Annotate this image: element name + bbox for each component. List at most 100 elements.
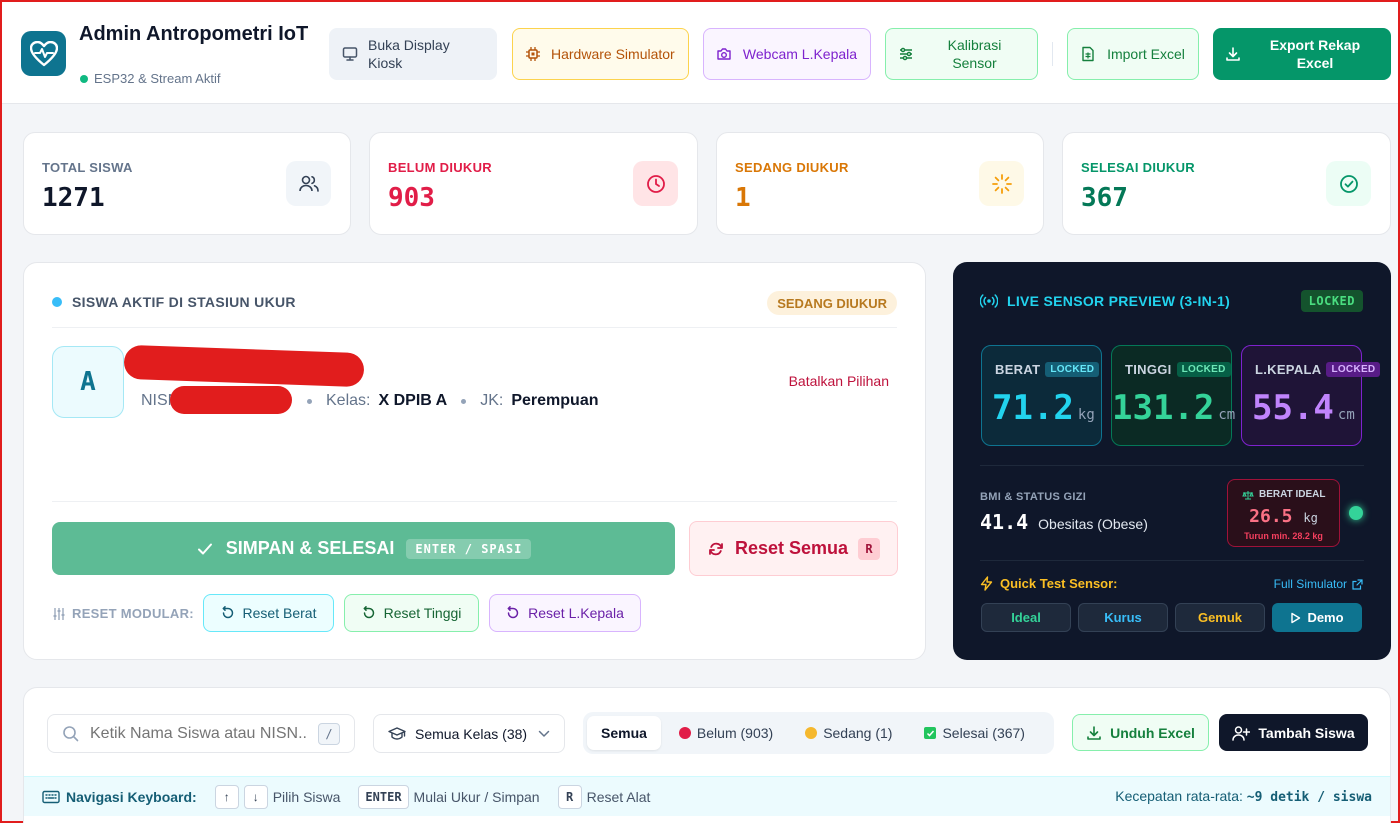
tab-measuring[interactable]: Sedang (1): [791, 716, 906, 750]
head-sensor-label: L.KEPALA LOCKED: [1255, 362, 1380, 377]
graduation-cap-icon: [388, 726, 406, 742]
height-reading: 131.2 cm: [1112, 388, 1235, 428]
refresh-icon: [707, 540, 725, 558]
height-sensor-card: TINGGI LOCKED 131.2 cm: [1111, 345, 1232, 446]
ideal-weight-title: BERAT IDEAL: [1242, 489, 1325, 500]
tab-done[interactable]: Selesai (367): [910, 716, 1039, 750]
demo-button-label: Demo: [1307, 610, 1343, 625]
check-circle-icon: [1326, 161, 1371, 206]
quick-test-ideal-button[interactable]: Ideal: [981, 603, 1071, 632]
kiosk-label: Buka Display Kiosk: [368, 36, 484, 72]
bmi-status: Obesitas (Obese): [1038, 516, 1148, 532]
export-excel-button[interactable]: Export Rekap Excel: [1213, 28, 1391, 80]
keyboard-hint-enter: ENTER Mulai Ukur / Simpan: [358, 785, 539, 809]
quick-test-demo-button[interactable]: Demo: [1272, 603, 1362, 632]
stat-done-value: 367: [1081, 183, 1128, 213]
toolbar-divider: [1052, 42, 1053, 66]
student-avatar: A: [52, 346, 124, 418]
tab-all-label: Semua: [601, 725, 647, 741]
reset-weight-button[interactable]: Reset Berat: [203, 594, 334, 632]
separator-dot: [461, 399, 466, 404]
reset-modular-text: RESET MODULAR:: [72, 606, 194, 621]
full-simulator-label: Full Simulator: [1274, 577, 1347, 591]
stat-total-label: TOTAL SISWA: [42, 160, 133, 175]
monitor-icon: [342, 46, 358, 62]
quick-test-label: Quick Test Sensor:: [980, 576, 1118, 591]
status-text: ESP32 & Stream Aktif: [94, 71, 220, 86]
ideal-weight-value: 26.5: [1249, 506, 1292, 527]
r-key: R: [558, 785, 582, 809]
sliders-vertical-icon: [52, 607, 66, 621]
tab-measuring-label: Sedang (1): [823, 725, 892, 741]
speed-label: Kecepatan rata-rata:: [1115, 788, 1243, 804]
chip-icon: [525, 46, 541, 62]
search-box[interactable]: /: [47, 714, 355, 753]
weight-unit: kg: [1078, 407, 1095, 423]
height-sensor-label: TINGGI LOCKED: [1125, 362, 1231, 377]
quick-test-fat-button[interactable]: Gemuk: [1175, 603, 1265, 632]
download-icon: [1086, 725, 1102, 741]
reset-height-button[interactable]: Reset Tinggi: [344, 594, 479, 632]
gender-value: Perempuan: [511, 392, 598, 410]
kiosk-button[interactable]: Buka Display Kiosk: [329, 28, 497, 80]
save-shortcut-hint: ENTER / SPASI: [406, 539, 531, 559]
class-filter-select[interactable]: Semua Kelas (38): [373, 714, 565, 753]
sensor-heading: LIVE SENSOR PREVIEW (3-IN-1): [980, 293, 1230, 309]
save-finish-button[interactable]: SIMPAN & SELESAI ENTER / SPASI: [52, 522, 675, 575]
add-student-label: Tambah Siswa: [1258, 725, 1354, 741]
hardware-simulator-button[interactable]: Hardware Simulator: [512, 28, 689, 80]
download-icon: [1225, 46, 1241, 62]
camera-icon: [716, 46, 732, 62]
tab-all[interactable]: Semua: [587, 716, 661, 750]
sensor-live-indicator: [1349, 506, 1363, 520]
cancel-selection-link[interactable]: Batalkan Pilihan: [789, 373, 889, 389]
head-lock-badge: LOCKED: [1326, 362, 1380, 377]
quick-test-thin-button[interactable]: Kurus: [1078, 603, 1168, 632]
webcam-button[interactable]: Webcam L.Kepala: [703, 28, 871, 80]
chevron-down-icon: [538, 730, 550, 738]
active-student-heading: SISWA AKTIF DI STASIUN UKUR: [52, 294, 296, 310]
full-simulator-link[interactable]: Full Simulator: [1274, 577, 1363, 591]
tab-pending[interactable]: Belum (903): [665, 716, 787, 750]
lightning-icon: [980, 576, 993, 591]
ideal-button-label: Ideal: [1011, 610, 1041, 625]
export-excel-label: Export Rekap Excel: [1251, 36, 1379, 72]
external-link-icon: [1352, 579, 1363, 590]
weight-value: 71.2: [992, 388, 1074, 428]
add-student-button[interactable]: Tambah Siswa: [1219, 714, 1368, 751]
stat-pending-label: BELUM DIUKUR: [388, 160, 492, 175]
stat-pending: BELUM DIUKUR 903: [369, 132, 698, 235]
play-icon: [1290, 612, 1301, 624]
tab-done-label: Selesai (367): [942, 725, 1025, 741]
speed-value: ~9 detik / siswa: [1247, 790, 1372, 805]
redaction-mark-nisn: [170, 386, 292, 414]
loader-icon: [979, 161, 1024, 206]
scale-icon: [1242, 490, 1254, 500]
search-input[interactable]: [90, 725, 308, 743]
head-sensor-card: L.KEPALA LOCKED 55.4 cm: [1241, 345, 1362, 446]
stat-measuring-label: SEDANG DIUKUR: [735, 160, 849, 175]
rotate-icon: [506, 606, 520, 620]
height-label: TINGGI: [1125, 362, 1172, 377]
check-icon: [196, 540, 214, 558]
calibrate-button[interactable]: Kalibrasi Sensor: [885, 28, 1038, 80]
reset-head-button[interactable]: Reset L.Kepala: [489, 594, 641, 632]
users-icon: [286, 161, 331, 206]
head-unit: cm: [1338, 407, 1355, 423]
height-value: 131.2: [1112, 388, 1214, 428]
reset-head-label: Reset L.Kepala: [528, 605, 624, 621]
divider: [52, 501, 897, 502]
app-header: Admin Antropometri IoT ESP32 & Stream Ak…: [2, 2, 1398, 104]
reset-all-button[interactable]: Reset Semua R: [689, 521, 898, 576]
arrow-up-icon: ↑: [215, 785, 239, 809]
keyboard-title-text: Navigasi Keyboard:: [66, 789, 197, 805]
download-excel-button[interactable]: Unduh Excel: [1072, 714, 1209, 751]
sliders-icon: [898, 46, 914, 62]
calibrate-label: Kalibrasi Sensor: [924, 36, 1025, 72]
measuring-badge: SEDANG DIUKUR: [767, 291, 897, 315]
height-lock-badge: LOCKED: [1177, 362, 1231, 377]
reset-weight-label: Reset Berat: [243, 605, 317, 621]
import-excel-button[interactable]: Import Excel: [1067, 28, 1199, 80]
head-reading: 55.4 cm: [1252, 388, 1355, 428]
head-label: L.KEPALA: [1255, 362, 1321, 377]
